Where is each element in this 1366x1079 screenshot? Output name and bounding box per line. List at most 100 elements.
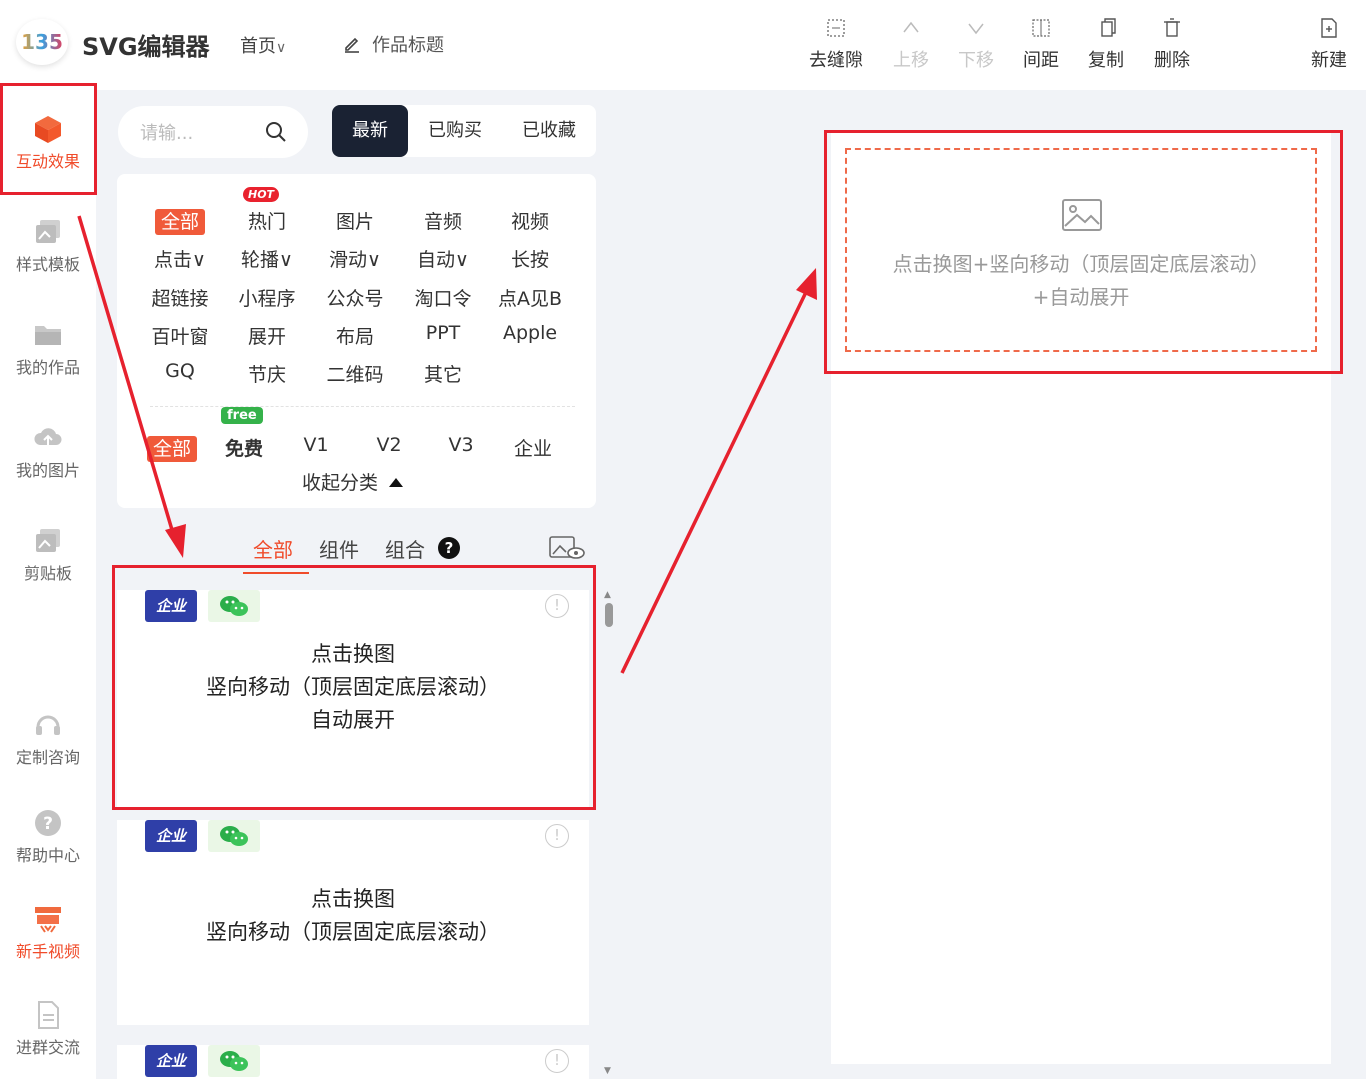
video-icon [35,907,61,933]
trash-icon [1164,18,1180,37]
help-icon: ? [35,810,61,836]
rail-item-clipboard[interactable]: 剪贴板 [0,526,96,584]
category-qrcode[interactable]: 二维码 [315,360,395,387]
home-menu[interactable]: 首页∨ [240,32,286,58]
card-title: 点击换图 竖向移动（顶层固定底层滚动） 自动展开 [117,638,589,737]
chevron-up-icon [903,21,919,33]
rail-item-templates[interactable]: 样式模板 [0,217,96,275]
category-auto[interactable]: 自动∨ [403,245,483,272]
scroll-up-arrow-icon[interactable]: ▲ [604,590,611,600]
gap-icon [827,19,845,37]
search-input[interactable]: 请输... [118,106,308,158]
category-audio[interactable]: 音频 [403,207,483,234]
rail-item-community[interactable]: 进群交流 [0,1000,96,1058]
card-line: 竖向移动（顶层固定底层滚动） [206,920,500,944]
rail-item-my-works[interactable]: 我的作品 [0,320,96,378]
segment-latest[interactable]: 最新 [332,105,408,157]
delete-button[interactable]: 删除 [1142,16,1202,72]
category-other[interactable]: 其它 [403,360,483,387]
tier-enterprise[interactable]: 企业 [493,434,573,461]
rail-item-my-images[interactable]: 我的图片 [0,423,96,481]
rail-item-interactive[interactable]: 互动效果 [0,114,96,172]
clipboard-icon [36,529,60,552]
search-placeholder: 请输... [140,123,194,144]
scroll-down-arrow-icon[interactable]: ▼ [604,1066,611,1076]
effect-card[interactable]: 企业 ! [117,1045,589,1079]
category-hyperlink[interactable]: 超链接 [140,284,220,311]
category-video[interactable]: 视频 [490,207,570,234]
cube-icon [35,116,61,143]
segment-favorites[interactable]: 已收藏 [502,105,596,157]
work-title-label: 作品标题 [372,35,444,56]
image-icon [1062,199,1102,231]
tab-underline [243,572,309,574]
card-line: 竖向移动（顶层固定底层滚动） [206,675,500,699]
category-festival[interactable]: 节庆 [227,360,307,387]
card-line: 自动展开 [311,708,395,732]
help-icon[interactable]: ? [438,537,460,559]
gap-remove-button[interactable]: 去缝隙 [806,16,866,72]
rail-item-consult[interactable]: 定制咨询 [0,710,96,768]
category-label: 全部 [154,209,205,235]
category-click[interactable]: 点击∨ [140,245,220,272]
svg-text:?: ? [43,814,53,834]
spacing-button[interactable]: 间距 [1011,16,1071,72]
effect-card[interactable]: 企业 ! 点击换图 竖向移动（顶层固定底层滚动） 自动展开 [117,590,589,808]
category-carousel[interactable]: 轮播∨ [227,245,307,272]
category-official-account[interactable]: 公众号 [315,284,395,311]
category-slide[interactable]: 滑动∨ [315,245,395,272]
rail-item-label: 剪贴板 [23,564,72,583]
info-icon[interactable]: ! [545,1049,569,1073]
collapse-categories-button[interactable]: 收起分类 [302,468,404,495]
move-down-label: 下移 [958,50,994,71]
rail-item-label: 我的图片 [15,461,80,480]
category-ppt[interactable]: PPT [403,322,483,344]
category-layout[interactable]: 布局 [315,322,395,349]
rail-item-help[interactable]: ? 帮助中心 [0,808,96,866]
free-badge: free [221,407,263,424]
tier-v3[interactable]: V3 [421,434,501,456]
tier-v1[interactable]: V1 [276,434,356,456]
new-button[interactable]: 新建 [1299,16,1359,72]
card-line: 点击换图 [311,887,395,911]
move-up-label: 上移 [893,50,929,71]
category-a-to-b[interactable]: 点A见B [490,284,570,311]
panel-scrollbar[interactable] [603,590,613,1079]
segment-purchased[interactable]: 已购买 [408,105,502,157]
category-hot[interactable]: 热门 [227,207,307,234]
tab-all[interactable]: 全部 [253,534,293,563]
category-all[interactable]: 全部 [140,207,220,235]
category-gq[interactable]: GQ [140,360,220,382]
effect-card[interactable]: 企业 ! 点击换图 竖向移动（顶层固定底层滚动） [117,820,589,1025]
placeholder-text: 点击换图+竖向移动（顶层固定底层滚动） +自动展开 [847,248,1315,314]
category-expand[interactable]: 展开 [227,322,307,349]
folder-icon [35,326,61,345]
tier-v2[interactable]: V2 [349,434,429,456]
category-taobao-code[interactable]: 淘口令 [403,284,483,311]
new-file-icon [1321,18,1337,38]
move-down-button[interactable]: 下移 [946,16,1006,72]
category-apple[interactable]: Apple [490,322,570,344]
scrollbar-thumb[interactable] [605,603,613,627]
category-long-press[interactable]: 长按 [490,245,570,272]
tab-combos[interactable]: 组合 [385,534,425,563]
image-placeholder[interactable]: 点击换图+竖向移动（顶层固定底层滚动） +自动展开 [845,148,1317,352]
info-icon[interactable]: ! [545,824,569,848]
info-icon[interactable]: ! [545,594,569,618]
tab-components[interactable]: 组件 [319,534,359,563]
preview-toggle-icon[interactable] [548,534,586,562]
sort-segments: 最新 已购买 已收藏 [332,105,596,157]
tier-all[interactable]: 全部 [132,434,212,462]
move-up-button[interactable]: 上移 [881,16,941,72]
search-icon[interactable] [264,120,288,144]
copy-button[interactable]: 复制 [1076,16,1136,72]
rail-item-label: 进群交流 [15,1038,80,1057]
category-blinds[interactable]: 百叶窗 [140,322,220,349]
category-mini-program[interactable]: 小程序 [227,284,307,311]
category-image[interactable]: 图片 [315,207,395,234]
work-title-field[interactable]: 作品标题 [342,31,444,57]
spacing-icon [1032,19,1050,37]
tier-free[interactable]: 免费 [204,434,284,461]
cloud-icon [34,428,62,447]
rail-item-tutorial-video[interactable]: 新手视频 [0,904,96,962]
